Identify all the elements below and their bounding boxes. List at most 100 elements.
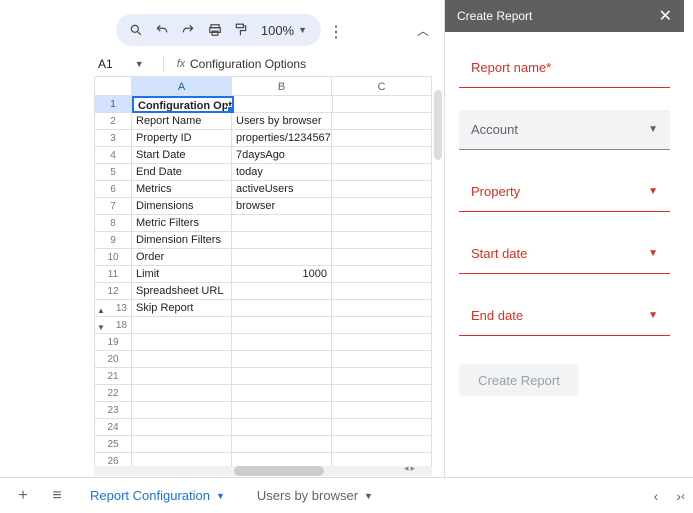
cell[interactable]	[232, 317, 332, 334]
prev-sheet-icon[interactable]: ‹	[654, 488, 659, 504]
cell[interactable]	[132, 419, 232, 436]
cell[interactable]	[332, 266, 432, 283]
row-number[interactable]: 3	[94, 130, 132, 147]
row-number[interactable]: 24	[94, 419, 132, 436]
name-box[interactable]: A1 ▼	[94, 57, 164, 71]
collapse-toolbar-icon[interactable]: ︿	[417, 22, 429, 39]
cell[interactable]: Property ID	[132, 130, 232, 147]
cell[interactable]	[232, 368, 332, 385]
cell[interactable]	[232, 300, 332, 317]
cell[interactable]: Skip Report	[132, 300, 232, 317]
all-sheets-icon[interactable]: ≡	[46, 487, 68, 505]
hscroll-arrows[interactable]: ◂▸	[404, 463, 415, 474]
vertical-scrollbar[interactable]	[434, 78, 442, 464]
col-header-b[interactable]: B	[232, 76, 332, 96]
cell[interactable]	[332, 436, 432, 453]
cell[interactable]: browser	[232, 198, 332, 215]
cell[interactable]	[132, 436, 232, 453]
cell[interactable]	[132, 368, 232, 385]
cell[interactable]	[332, 147, 432, 164]
row-number[interactable]: 21	[94, 368, 132, 385]
cell[interactable]	[232, 215, 332, 232]
start-date-select[interactable]: Start date ▼	[459, 234, 670, 274]
redo-icon[interactable]	[178, 19, 198, 41]
cell[interactable]	[232, 419, 332, 436]
cell[interactable]: Metric Filters	[132, 215, 232, 232]
cell[interactable]: Limit	[132, 266, 232, 283]
search-icon[interactable]	[126, 19, 146, 41]
row-number[interactable]: 11	[94, 266, 132, 283]
cell[interactable]: activeUsers	[232, 181, 332, 198]
col-header-c[interactable]: C	[332, 76, 432, 96]
row-number[interactable]: 8	[94, 215, 132, 232]
cell[interactable]	[332, 232, 432, 249]
formula-text[interactable]: Configuration Options	[190, 57, 306, 71]
cell[interactable]	[332, 351, 432, 368]
cell[interactable]	[332, 113, 432, 130]
cell[interactable]: Dimensions	[132, 198, 232, 215]
row-number[interactable]: 9	[94, 232, 132, 249]
cell[interactable]: 7daysAgo	[232, 147, 332, 164]
horizontal-scrollbar[interactable]	[94, 466, 432, 476]
row-number[interactable]: 1	[94, 96, 132, 113]
cell[interactable]	[332, 317, 432, 334]
cell[interactable]	[232, 334, 332, 351]
row-number[interactable]: 23	[94, 402, 132, 419]
row-number[interactable]: 19	[94, 334, 132, 351]
cell[interactable]	[232, 436, 332, 453]
cell[interactable]	[332, 198, 432, 215]
select-all-corner[interactable]	[94, 76, 132, 96]
cell[interactable]	[332, 181, 432, 198]
cell[interactable]	[332, 300, 432, 317]
cell[interactable]	[332, 249, 432, 266]
row-number[interactable]: 7	[94, 198, 132, 215]
cell[interactable]	[132, 385, 232, 402]
cell[interactable]	[232, 249, 332, 266]
cell[interactable]: Metrics	[132, 181, 232, 198]
cell[interactable]: 1000	[232, 266, 332, 283]
row-number[interactable]: 5	[94, 164, 132, 181]
row-number[interactable]: 13▲	[94, 300, 132, 317]
vscroll-thumb[interactable]	[434, 90, 442, 160]
row-number[interactable]: 20	[94, 351, 132, 368]
cell[interactable]: End Date	[132, 164, 232, 181]
cell[interactable]	[132, 351, 232, 368]
cell[interactable]	[232, 232, 332, 249]
cell[interactable]	[232, 351, 332, 368]
row-number[interactable]: 10	[94, 249, 132, 266]
cell[interactable]: Start Date	[132, 147, 232, 164]
tab-report-configuration[interactable]: Report Configuration ▼	[80, 482, 235, 509]
col-header-a[interactable]: A	[132, 76, 232, 96]
cell[interactable]: Spreadsheet URL	[132, 283, 232, 300]
print-icon[interactable]	[205, 19, 225, 41]
close-icon[interactable]: ✕	[659, 6, 672, 26]
row-number[interactable]: 2	[94, 113, 132, 130]
create-report-button[interactable]: Create Report	[459, 364, 579, 396]
row-number[interactable]: 18▼	[94, 317, 132, 334]
cell[interactable]: Dimension Filters	[132, 232, 232, 249]
cell[interactable]	[332, 164, 432, 181]
add-sheet-icon[interactable]: +	[12, 487, 34, 505]
cell[interactable]: Users by browser	[232, 113, 332, 130]
cell[interactable]: Report Name	[132, 113, 232, 130]
cell[interactable]	[332, 334, 432, 351]
row-number[interactable]: 12	[94, 283, 132, 300]
cell[interactable]	[232, 385, 332, 402]
cell[interactable]	[332, 402, 432, 419]
account-select[interactable]: Account ▼	[459, 110, 670, 150]
cell[interactable]	[332, 130, 432, 147]
row-number[interactable]: 4	[94, 147, 132, 164]
tab-users-by-browser[interactable]: Users by browser ▼	[247, 482, 383, 509]
cell[interactable]	[132, 317, 232, 334]
cell[interactable]	[132, 402, 232, 419]
cell[interactable]	[234, 96, 333, 113]
end-date-select[interactable]: End date ▼	[459, 296, 670, 336]
more-icon[interactable]: ⋮	[328, 22, 344, 42]
cell[interactable]	[332, 215, 432, 232]
cell[interactable]: today	[232, 164, 332, 181]
collapse-side-icon[interactable]: ‹	[681, 489, 685, 503]
row-number[interactable]: 25	[94, 436, 132, 453]
undo-icon[interactable]	[152, 19, 172, 41]
report-name-field[interactable]: Report name*	[459, 48, 670, 88]
cell[interactable]	[332, 368, 432, 385]
